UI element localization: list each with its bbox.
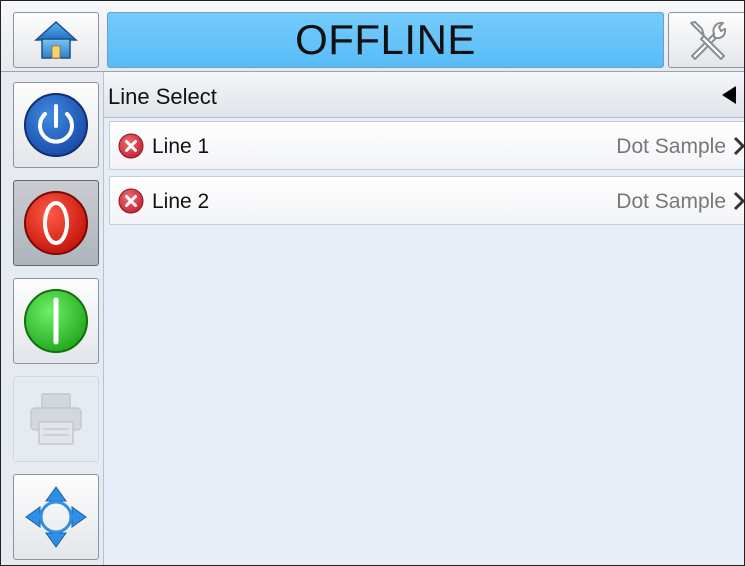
collapse-arrow-icon[interactable] — [722, 86, 736, 104]
section-title: Line Select — [108, 84, 217, 109]
power-icon — [24, 93, 88, 157]
navigate-button[interactable] — [13, 474, 99, 560]
chevron-right-icon — [733, 136, 744, 156]
status-banner: OFFLINE — [107, 12, 664, 68]
line-name: Line 2 — [152, 190, 210, 213]
tools-icon — [690, 21, 727, 60]
power-button[interactable] — [13, 82, 99, 168]
line-message: Dot Sample — [616, 135, 726, 158]
line-message: Dot Sample — [616, 190, 726, 213]
line-row-2[interactable]: Line 2 Dot Sample — [109, 176, 744, 225]
stop-button[interactable] — [13, 180, 99, 266]
screen-frame: OFFLINE Line Select Line 1 Dot Sample Li… — [0, 0, 745, 566]
tools-button[interactable] — [668, 12, 744, 68]
home-icon — [34, 20, 78, 59]
main-content: Line Select Line 1 Dot Sample Line 2 Dot… — [104, 72, 744, 565]
error-icon — [118, 133, 144, 159]
home-button[interactable] — [13, 12, 99, 68]
error-icon — [118, 188, 144, 214]
chevron-right-icon — [733, 191, 744, 211]
printer-icon — [30, 393, 82, 445]
navigation-arrows-icon — [25, 486, 87, 548]
start-icon — [24, 289, 88, 353]
top-bar: OFFLINE — [1, 1, 744, 72]
sidebar — [1, 72, 104, 565]
line-select-header: Line Select — [104, 72, 744, 118]
line-row-1[interactable]: Line 1 Dot Sample — [109, 121, 744, 170]
start-button[interactable] — [13, 278, 99, 364]
line-name: Line 1 — [152, 135, 210, 158]
stop-icon — [24, 191, 88, 255]
print-button — [13, 376, 99, 462]
